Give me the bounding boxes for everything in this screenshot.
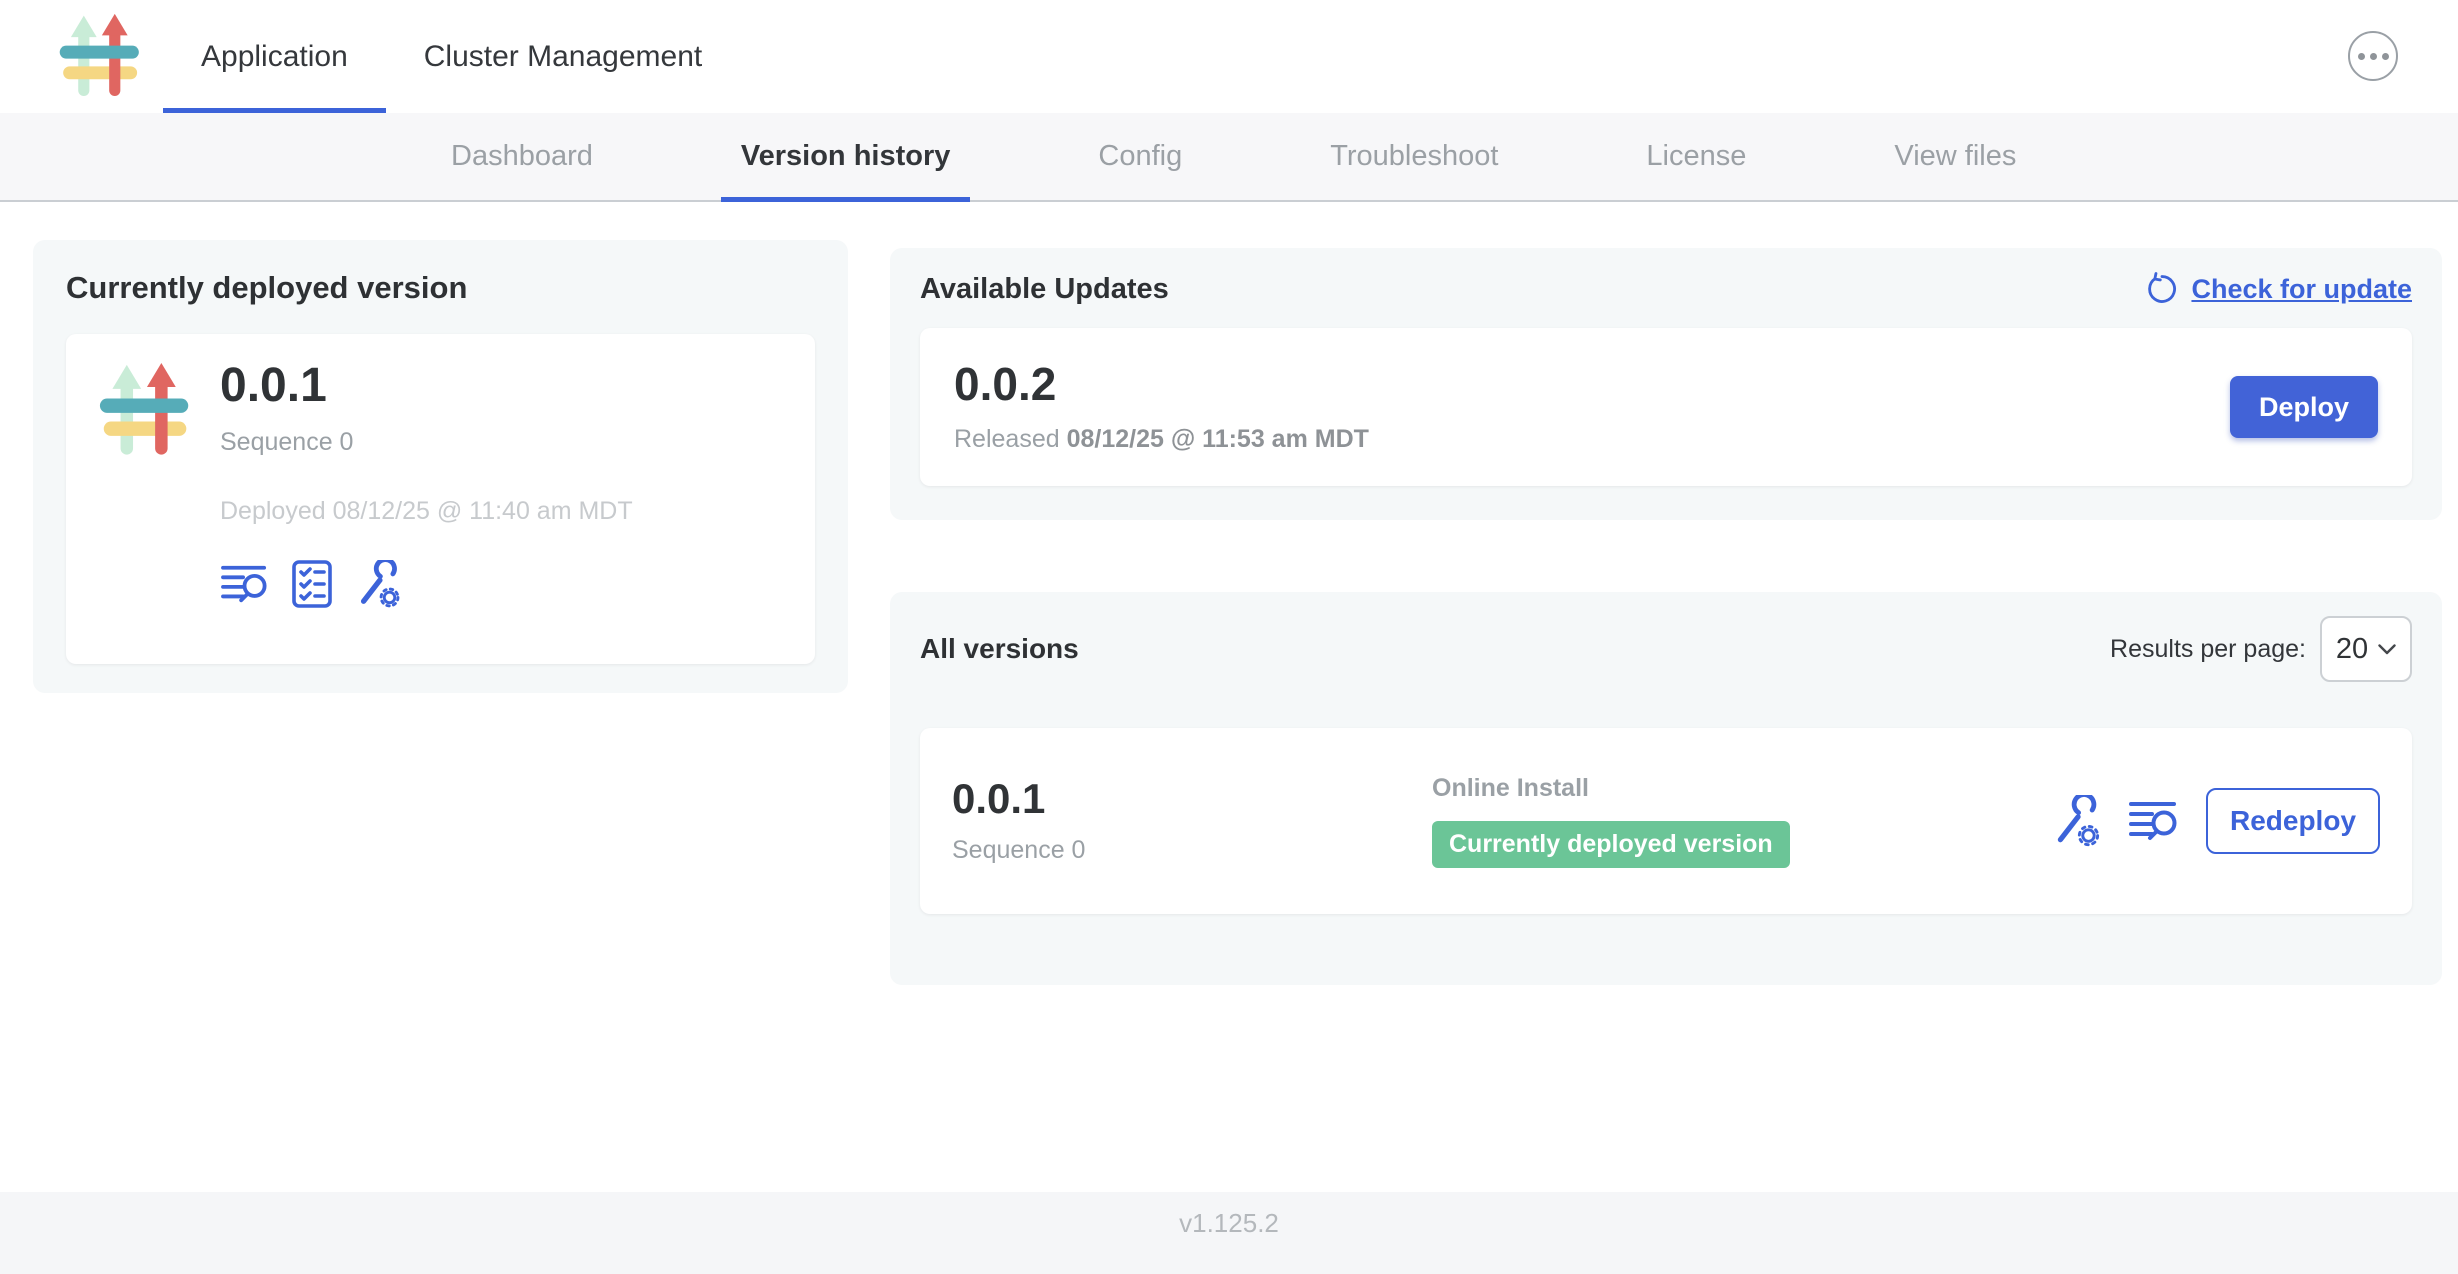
overflow-menu-button[interactable]: [2348, 31, 2398, 81]
install-type-label: Online Install: [1432, 774, 1589, 803]
row-sequence: Sequence 0: [952, 836, 1432, 865]
released-label: Released: [954, 425, 1060, 453]
row-version-number: 0.0.1: [952, 778, 1432, 820]
subnav-view-files[interactable]: View files: [1874, 113, 2036, 200]
results-per-page-label: Results per page:: [2110, 635, 2306, 664]
update-released-line: Released 08/12/25 @ 11:53 am MDT: [954, 425, 1369, 454]
currently-deployed-card: Currently deployed version 0.0.1 Sequenc…: [33, 240, 848, 693]
version-row: 0.0.1 Sequence 0 Online Install Currentl…: [920, 728, 2412, 914]
top-navigation: Application Cluster Management: [0, 0, 2458, 113]
check-for-update-label: Check for update: [2191, 274, 2412, 305]
all-versions-title: All versions: [920, 633, 1079, 665]
currently-deployed-badge: Currently deployed version: [1432, 821, 1790, 868]
subnav-dashboard[interactable]: Dashboard: [431, 113, 613, 200]
results-per-page-value: 20: [2336, 633, 2368, 666]
subnav-version-history[interactable]: Version history: [721, 113, 971, 200]
row-edit-config-icon[interactable]: [2050, 795, 2102, 847]
results-per-page: Results per page: 20: [2110, 616, 2412, 682]
deployed-card-title: Currently deployed version: [66, 270, 815, 306]
deployed-sequence: Sequence 0: [220, 428, 633, 457]
deploy-button[interactable]: Deploy: [2230, 376, 2378, 438]
version-row-info: 0.0.1 Sequence 0: [952, 778, 1432, 865]
subnav-config[interactable]: Config: [1078, 113, 1202, 200]
chevron-down-icon: [2378, 644, 2396, 655]
deployed-version-number: 0.0.1: [220, 362, 633, 410]
app-logo-icon: [98, 362, 194, 458]
preflight-checks-icon[interactable]: [292, 560, 332, 608]
deployed-timestamp: Deployed 08/12/25 @ 11:40 am MDT: [220, 497, 633, 526]
available-updates-card: Available Updates Check for update: [890, 248, 2442, 520]
refresh-icon: [2145, 272, 2179, 306]
version-row-status: Online Install Currently deployed versio…: [1432, 774, 1790, 868]
redeploy-button[interactable]: Redeploy: [2206, 788, 2380, 854]
admin-console-page: Application Cluster Management Dashboard…: [0, 0, 2458, 1274]
tab-cluster-management-label: Cluster Management: [424, 40, 702, 74]
update-version-number: 0.0.2: [954, 361, 1369, 407]
row-view-diff-icon[interactable]: [2128, 798, 2180, 844]
update-row: 0.0.2 Released 08/12/25 @ 11:53 am MDT D…: [920, 328, 2412, 486]
tab-application[interactable]: Application: [163, 0, 386, 113]
subnav-troubleshoot[interactable]: Troubleshoot: [1310, 113, 1518, 200]
subnav-license[interactable]: License: [1626, 113, 1766, 200]
view-diff-icon[interactable]: [220, 562, 270, 606]
results-per-page-select[interactable]: 20: [2320, 616, 2412, 682]
main-content: Currently deployed version 0.0.1 Sequenc…: [0, 202, 2458, 1192]
ellipsis-icon: [2358, 53, 2365, 60]
app-subnav: Dashboard Version history Config Trouble…: [0, 113, 2458, 202]
released-timestamp: 08/12/25 @ 11:53 am MDT: [1067, 425, 1369, 453]
deployed-version-panel: 0.0.1 Sequence 0 Deployed 08/12/25 @ 11:…: [66, 334, 815, 664]
edit-config-icon[interactable]: [354, 560, 402, 608]
version-row-actions: Redeploy: [2050, 788, 2380, 854]
page-footer: v1.125.2: [0, 1192, 2458, 1274]
tab-cluster-management[interactable]: Cluster Management: [386, 0, 740, 113]
deployed-actions: [220, 560, 633, 608]
tab-application-label: Application: [201, 40, 348, 74]
check-for-update-link[interactable]: Check for update: [2145, 272, 2412, 306]
console-version: v1.125.2: [1179, 1208, 1279, 1239]
update-info: 0.0.2 Released 08/12/25 @ 11:53 am MDT: [954, 361, 1369, 454]
topnav-tabs: Application Cluster Management: [163, 0, 740, 113]
app-logo-icon: [58, 13, 144, 99]
all-versions-card: All versions Results per page: 20: [890, 592, 2442, 985]
available-updates-title: Available Updates: [920, 273, 1169, 306]
deployed-version-info: 0.0.1 Sequence 0 Deployed 08/12/25 @ 11:…: [220, 362, 633, 636]
right-column: Available Updates Check for update: [890, 248, 2442, 985]
